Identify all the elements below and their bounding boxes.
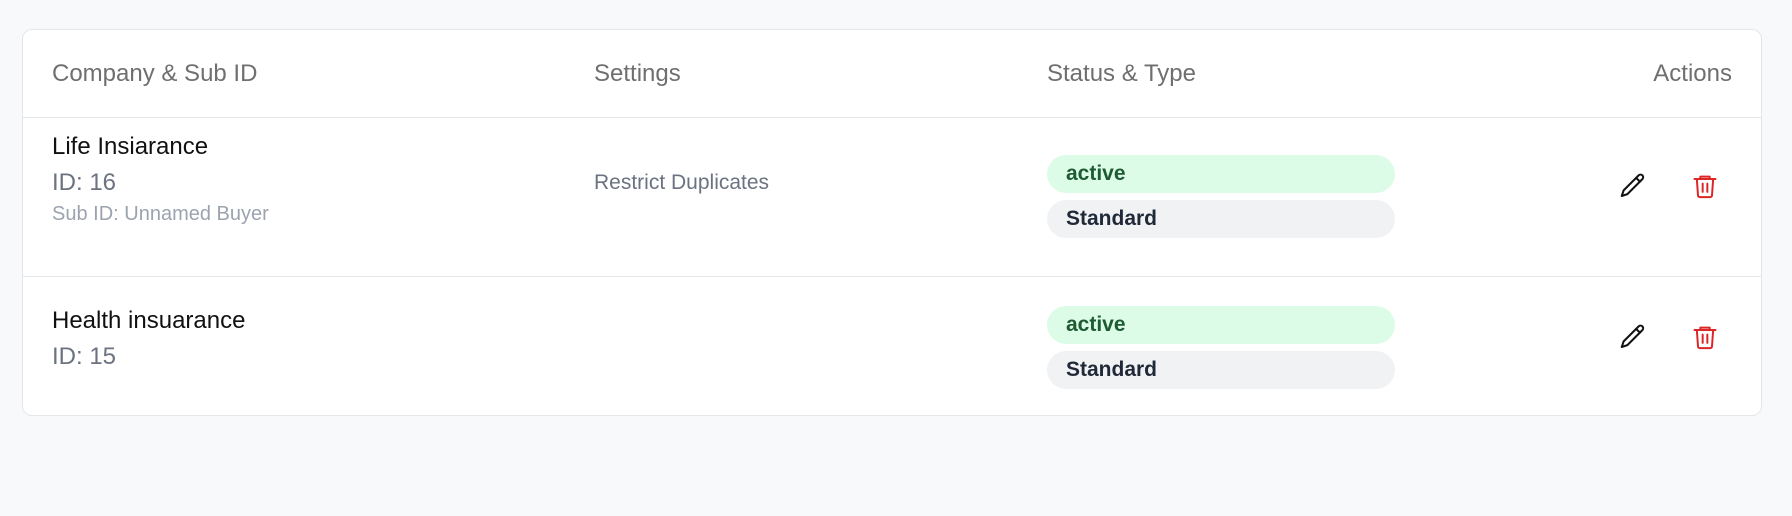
company-id: ID: 16: [52, 169, 117, 196]
trash-icon: [1691, 171, 1719, 201]
buyers-table-card: Company & Sub ID Settings Status & Type …: [22, 29, 1762, 416]
company-name: Health insuarance: [52, 307, 246, 334]
status-badge: active: [1047, 155, 1395, 193]
table-header: Company & Sub ID Settings Status & Type …: [23, 30, 1761, 118]
trash-icon: [1691, 322, 1719, 352]
company-name: Life Insiarance: [52, 133, 209, 160]
type-badge: Standard: [1047, 200, 1395, 238]
company-sub-id: Sub ID: Unnamed Buyer: [52, 203, 269, 225]
company-id: ID: 15: [52, 343, 117, 370]
column-header-actions: Actions: [1653, 60, 1732, 87]
column-header-company: Company & Sub ID: [52, 60, 258, 87]
delete-button[interactable]: [1685, 166, 1725, 206]
column-header-settings: Settings: [594, 60, 681, 87]
status-badge: active: [1047, 306, 1395, 344]
pencil-icon: [1618, 322, 1648, 352]
edit-button[interactable]: [1613, 166, 1653, 206]
settings-value: Restrict Duplicates: [594, 171, 770, 194]
pencil-icon: [1618, 171, 1648, 201]
type-badge: Standard: [1047, 351, 1395, 389]
table-row: Life Insiarance ID: 16 Sub ID: Unnamed B…: [23, 118, 1761, 277]
column-header-status: Status & Type: [1047, 60, 1196, 87]
table-row: Health insuarance ID: 15 active Standard: [23, 277, 1761, 415]
delete-button[interactable]: [1685, 317, 1725, 357]
edit-button[interactable]: [1613, 317, 1653, 357]
